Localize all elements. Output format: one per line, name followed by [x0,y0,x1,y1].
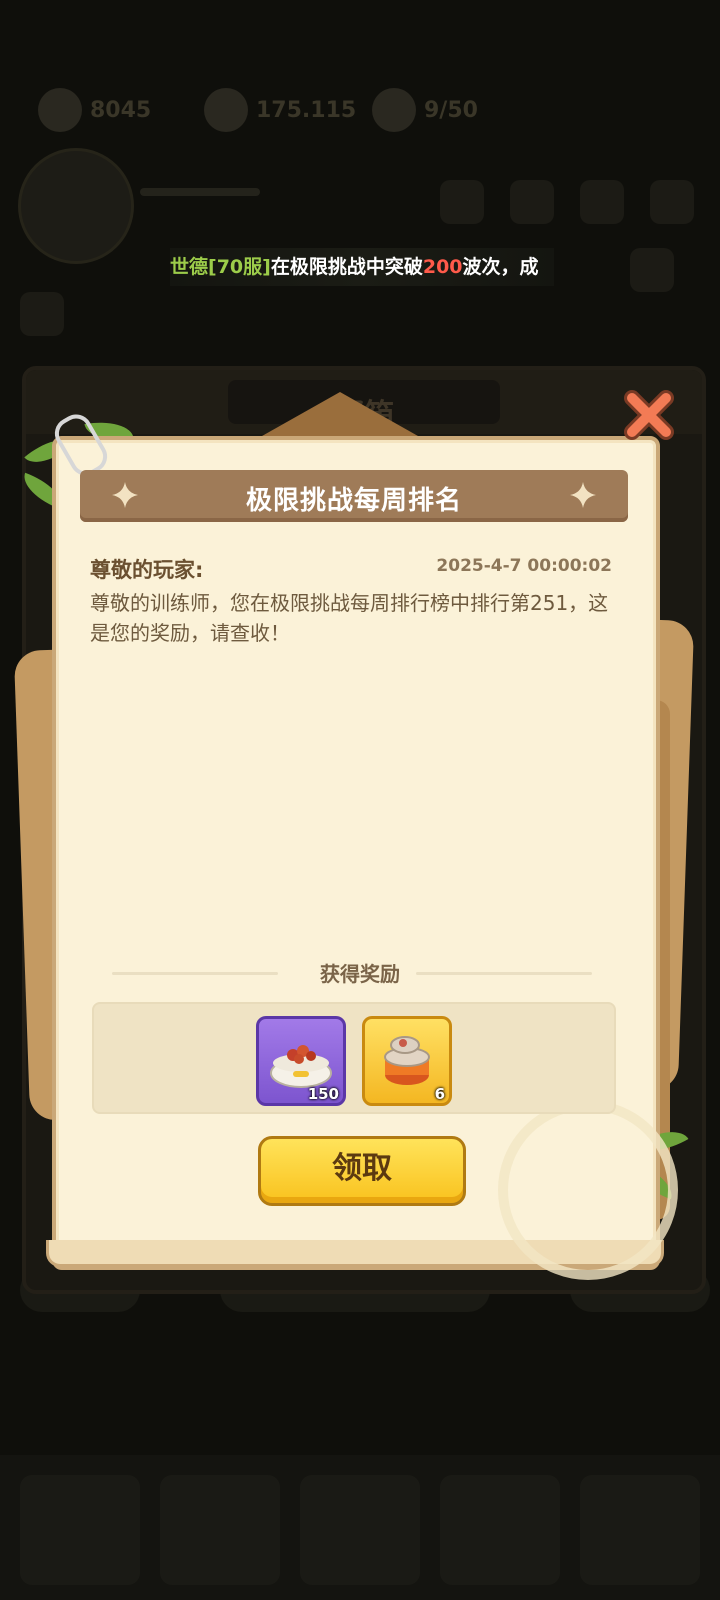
player-avatar [18,148,134,264]
bottom-nav-slot [160,1475,280,1585]
stamina-resource: 8045 [38,80,151,140]
pets-resource: 9/50 [372,80,478,140]
bottom-nav [0,1455,720,1600]
mail-body: 尊敬的训练师，您在极限挑战每周排行榜中排行第251，这是您的奖励，请查收！ [90,591,609,645]
reward-item-canned-food[interactable]: 6 [362,1016,452,1106]
gold-resource: 175.115 [204,80,356,140]
pet-icon [372,88,416,132]
paw-watermark-icon [498,1100,678,1280]
claim-button[interactable]: 领取 [258,1136,466,1206]
exp-bar [140,188,260,196]
mail-title-banner: 极限挑战每周排名 [80,470,628,522]
reward-item-pet-food[interactable]: 150 [256,1016,346,1106]
bg-menu-icon [630,248,674,292]
reward-count: 6 [434,1085,445,1103]
ticker-server: [70服] [208,256,271,278]
stamina-value: 8045 [90,97,152,123]
bottom-nav-slot [580,1475,700,1585]
gold-coin-icon [204,88,248,132]
pets-value: 9/50 [424,97,478,123]
ticker-text-end: 波次，成 [462,256,539,278]
bottom-nav-slot [20,1475,140,1585]
ticker-text: 在极限挑战中突破 [270,256,423,278]
broadcast-ticker: 世德[70服]在极限挑战中突破200波次，成 [170,248,554,286]
bg-menu-icon [650,180,694,224]
sparkle-icon [570,482,596,508]
bg-menu-icon [440,180,484,224]
mail-title: 极限挑战每周排名 [245,486,462,516]
close-icon[interactable] [620,386,678,444]
bg-menu-icon [510,180,554,224]
bottom-nav-slot [300,1475,420,1585]
gold-value: 175.115 [256,97,357,123]
stamina-icon [38,88,82,132]
reward-count: 150 [307,1085,339,1103]
divider-right [416,972,592,975]
ticker-waves: 200 [422,256,463,278]
roof-decoration [262,392,418,436]
ticker-player: 世德 [170,256,209,278]
bg-menu-icon [580,180,624,224]
mail-date: 2025-4-7 00:00:02 [436,556,612,576]
bg-menu-icon [20,292,64,336]
rewards-box [92,1002,616,1114]
bottom-nav-slot [440,1475,560,1585]
mail-greeting: 尊敬的玩家: [90,558,204,582]
rewards-label: 获得奖励 [320,962,400,986]
